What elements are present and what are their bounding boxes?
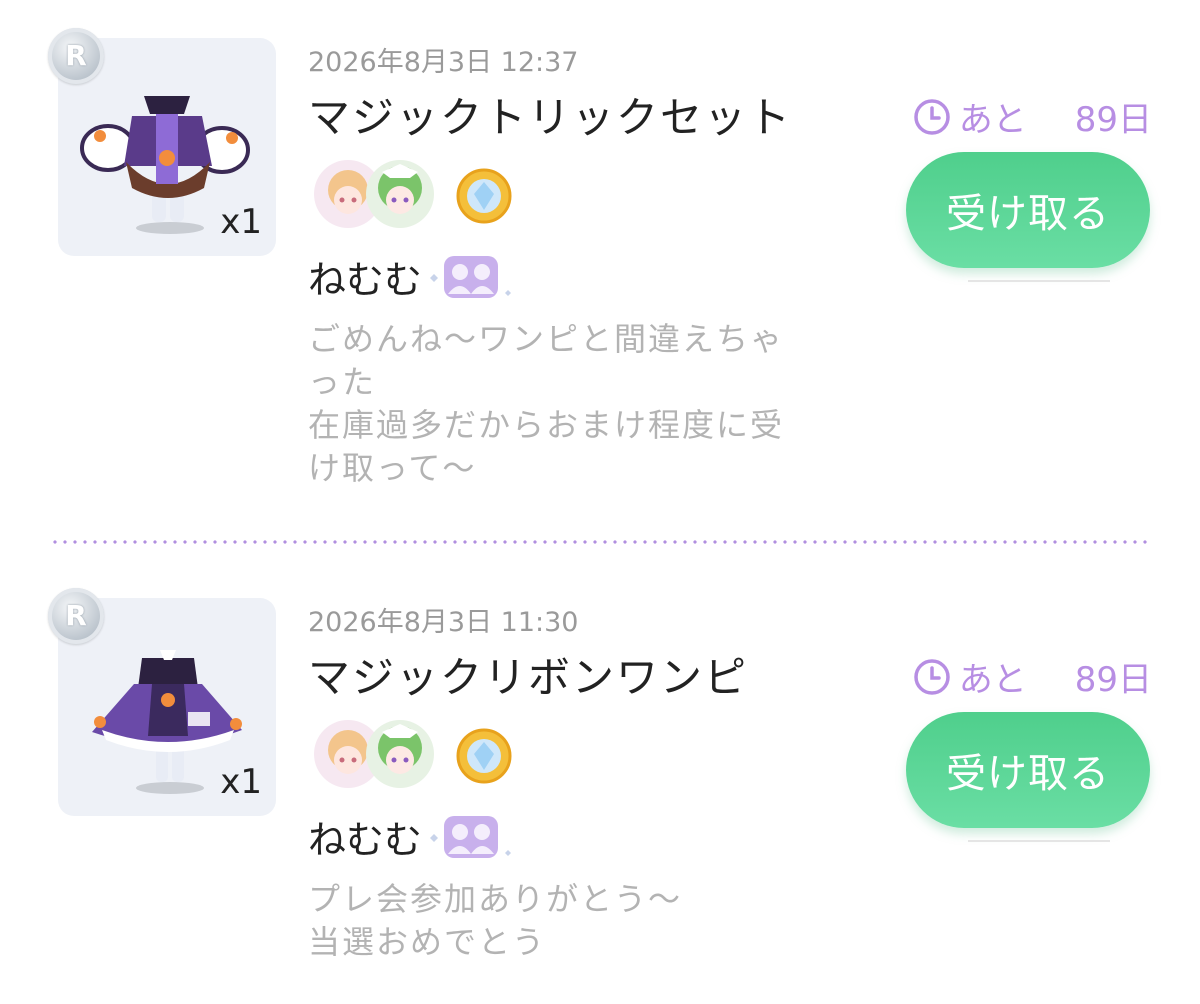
- clock-icon: [913, 658, 950, 695]
- received-datetime: 2026年8月3日 12:37: [308, 47, 579, 78]
- sender-avatars: [314, 720, 512, 788]
- item-thumbnail[interactable]: R x1: [48, 28, 276, 256]
- quantity-label: x1: [220, 202, 262, 242]
- crystal-coin-icon: [456, 168, 512, 224]
- expiry-days: 89日: [1074, 100, 1152, 140]
- avatar-right: [366, 720, 434, 788]
- gift-item: R x1 2026年8月3日 11:30 マジックリボンワンピ ねむむ プレ会参…: [0, 560, 1200, 1004]
- sender-name: ねむむ: [308, 808, 518, 864]
- gift-title: マジックリボンワンピ: [308, 653, 749, 702]
- expiry-info: あと 89日: [913, 652, 1152, 701]
- friend-badge-icon: [430, 256, 512, 298]
- button-underline: [968, 280, 1110, 282]
- sender-name: ねむむ: [308, 248, 518, 304]
- friend-badge-icon: [430, 816, 512, 858]
- expiry-days: 89日: [1074, 660, 1152, 700]
- receive-button[interactable]: 受け取る: [906, 712, 1150, 828]
- sender-avatars: [314, 160, 512, 228]
- quantity-label: x1: [220, 762, 262, 802]
- gift-title: マジックトリックセット: [308, 93, 793, 142]
- clock-icon: [913, 98, 950, 135]
- received-datetime: 2026年8月3日 11:30: [308, 607, 579, 638]
- receive-button[interactable]: 受け取る: [906, 152, 1150, 268]
- item-thumbnail[interactable]: R x1: [48, 588, 276, 816]
- gift-message: ごめんね〜ワンピと間違えちゃ った 在庫過多だからおまけ程度に受 け取って〜: [308, 320, 785, 487]
- avatar-right: [366, 160, 434, 228]
- button-underline: [968, 840, 1110, 842]
- expiry-info: あと 89日: [913, 92, 1152, 141]
- expiry-prefix: あと: [958, 100, 1027, 140]
- expiry-prefix: あと: [958, 660, 1027, 700]
- crystal-coin-icon: [456, 728, 512, 784]
- dotted-divider: [50, 540, 1152, 544]
- gift-item: R x1 2026年8月3日 12:37 マジックトリックセット ねむむ ごめん…: [0, 0, 1200, 520]
- gift-message: プレ会参加ありがとう〜 当選おめでとう: [308, 880, 683, 961]
